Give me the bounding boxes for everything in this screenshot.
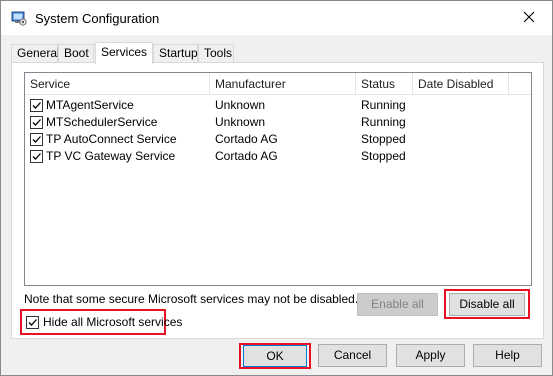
- service-checkbox[interactable]: [30, 99, 43, 112]
- services-panel: Service Manufacturer Status Date Disable…: [11, 62, 544, 339]
- column-header-service[interactable]: Service: [25, 73, 210, 95]
- service-row[interactable]: TP AutoConnect Service Cortado AG Stoppe…: [25, 131, 531, 148]
- column-header-date-disabled[interactable]: Date Disabled: [413, 73, 509, 95]
- service-row[interactable]: TP VC Gateway Service Cortado AG Stopped: [25, 148, 531, 165]
- tab-boot[interactable]: Boot: [58, 44, 94, 63]
- system-config-icon: [11, 10, 27, 26]
- service-name: MTSchedulerService: [46, 115, 158, 129]
- title-bar[interactable]: System Configuration: [1, 1, 552, 35]
- service-manufacturer: Unknown: [215, 115, 266, 129]
- system-configuration-window: System Configuration General Boot Servic…: [0, 0, 553, 376]
- hide-microsoft-services-label[interactable]: Hide all Microsoft services: [43, 315, 182, 329]
- help-button[interactable]: Help: [473, 344, 542, 367]
- dialog-buttons: OK Cancel Apply Help: [1, 341, 552, 371]
- enable-all-button[interactable]: Enable all: [357, 293, 438, 316]
- secure-services-note: Note that some secure Microsoft services…: [24, 292, 359, 306]
- tab-startup[interactable]: Startup: [153, 44, 198, 63]
- service-manufacturer: Cortado AG: [215, 132, 278, 146]
- close-icon: [523, 11, 535, 26]
- tab-tools[interactable]: Tools: [198, 44, 234, 63]
- apply-button[interactable]: Apply: [396, 344, 465, 367]
- column-header-manufacturer[interactable]: Manufacturer: [210, 73, 356, 95]
- close-button[interactable]: [506, 1, 552, 35]
- service-row[interactable]: MTAgentService Unknown Running: [25, 97, 531, 114]
- service-name: MTAgentService: [46, 98, 134, 112]
- service-manufacturer: Unknown: [215, 98, 266, 112]
- service-row[interactable]: MTSchedulerService Unknown Running: [25, 114, 531, 131]
- service-checkbox[interactable]: [30, 133, 43, 146]
- service-name: TP AutoConnect Service: [46, 132, 177, 146]
- cancel-button[interactable]: Cancel: [318, 344, 387, 367]
- tab-general[interactable]: General: [11, 44, 60, 63]
- ok-highlight: OK: [239, 343, 311, 369]
- window-title: System Configuration: [35, 11, 160, 26]
- tab-services[interactable]: Services: [95, 42, 153, 64]
- disable-all-highlight: Disable all: [444, 289, 530, 319]
- column-header-status[interactable]: Status: [356, 73, 413, 95]
- service-manufacturer: Cortado AG: [215, 149, 278, 163]
- service-status: Running: [361, 115, 406, 129]
- service-checkbox[interactable]: [30, 116, 43, 129]
- services-list-header: Service Manufacturer Status Date Disable…: [25, 73, 531, 95]
- ok-button[interactable]: OK: [243, 345, 307, 367]
- service-name: TP VC Gateway Service: [46, 149, 176, 163]
- service-status: Running: [361, 98, 406, 112]
- disable-all-button[interactable]: Disable all: [449, 293, 525, 316]
- service-status: Stopped: [361, 132, 406, 146]
- service-status: Stopped: [361, 149, 406, 163]
- service-checkbox[interactable]: [30, 150, 43, 163]
- services-list[interactable]: Service Manufacturer Status Date Disable…: [24, 72, 532, 286]
- hide-microsoft-services-checkbox[interactable]: [26, 316, 39, 329]
- hide-microsoft-services-highlight: Hide all Microsoft services: [20, 309, 182, 335]
